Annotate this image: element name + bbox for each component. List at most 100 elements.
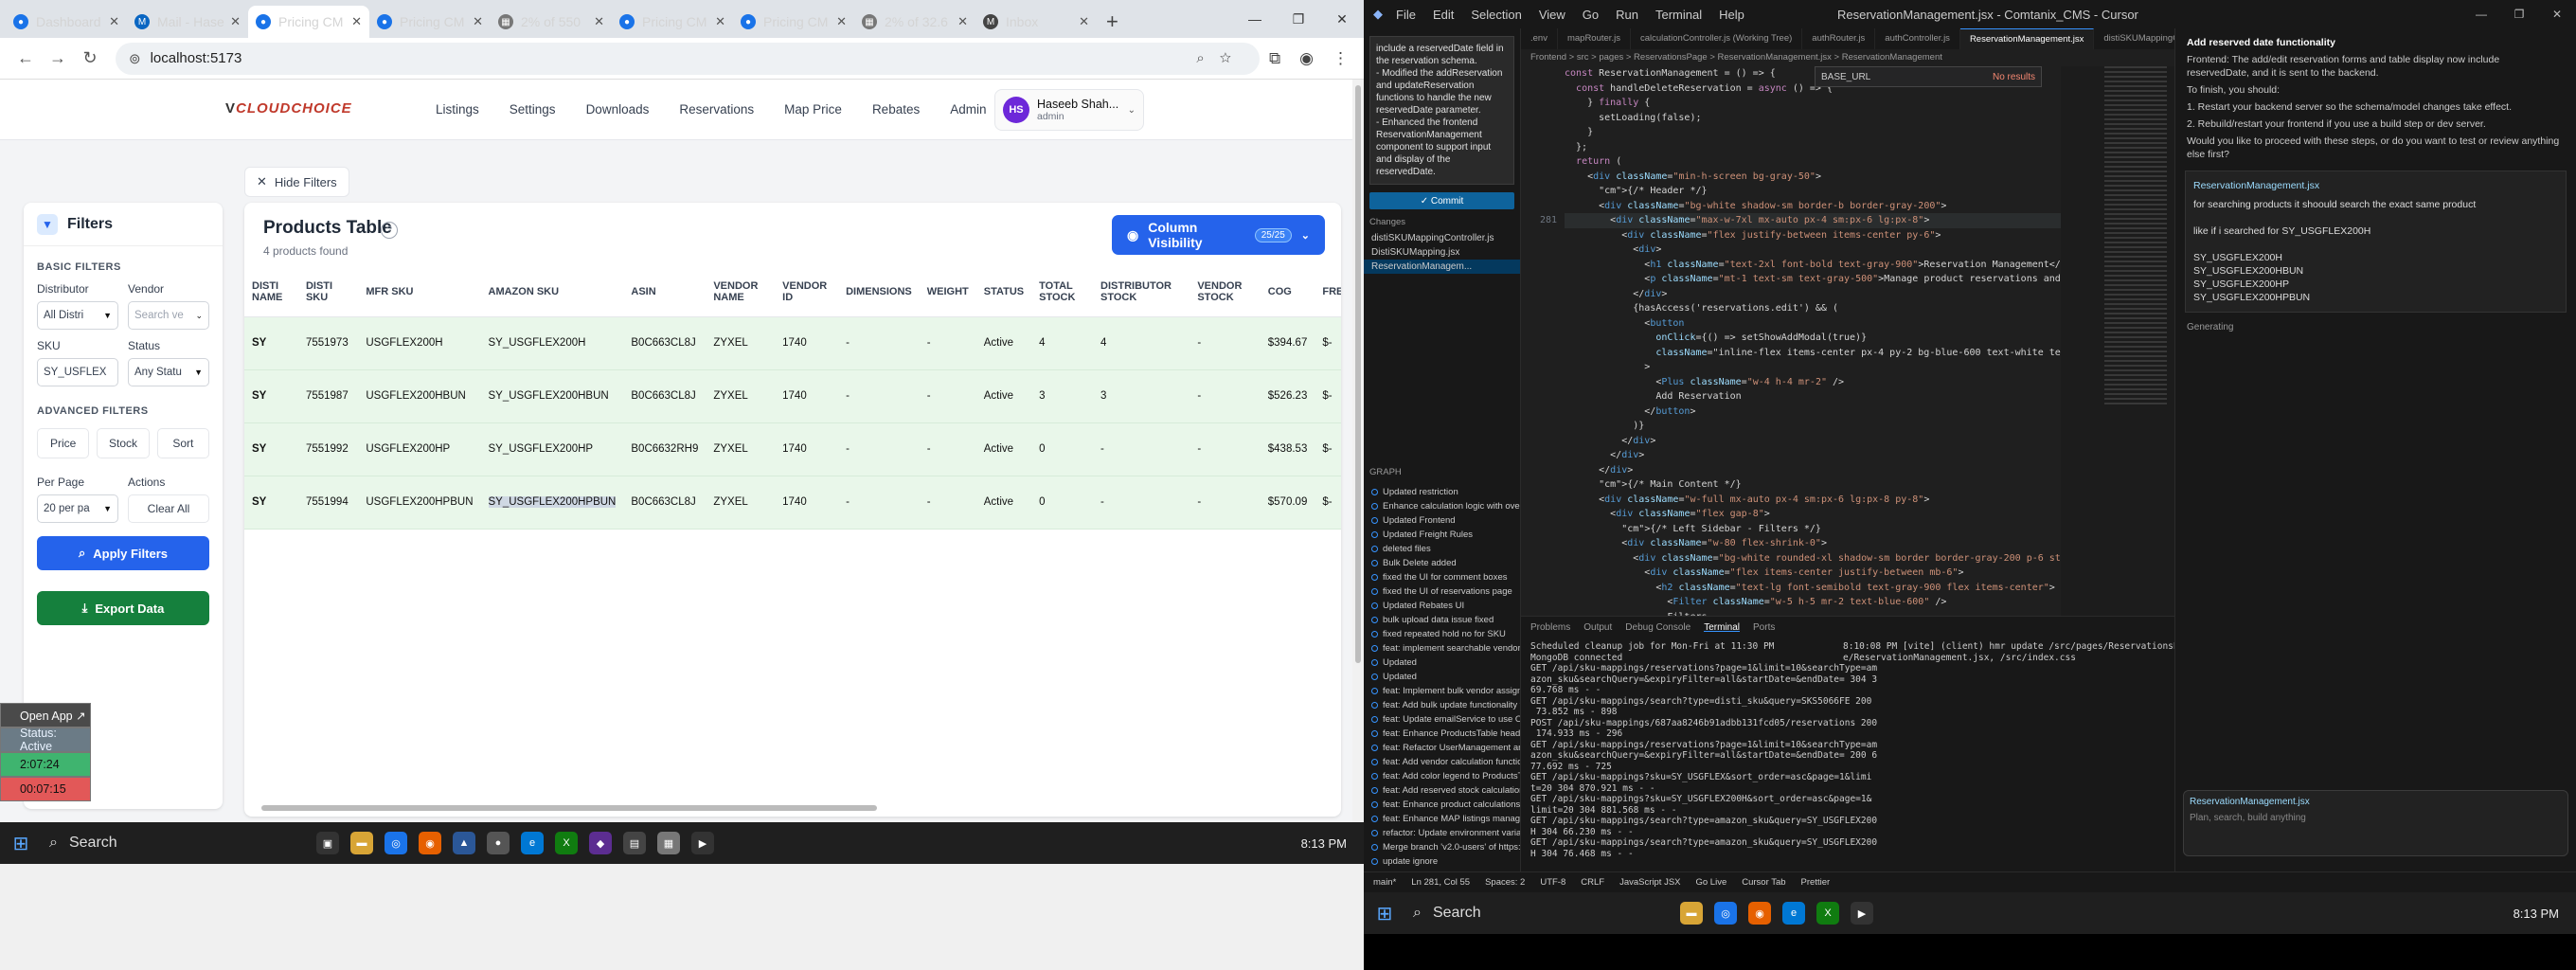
context-file-chip[interactable]: ReservationManagement.jsx	[2190, 797, 2562, 807]
agent-input[interactable]: ReservationManagement.jsx Plan, search, …	[2183, 790, 2568, 856]
vscode-icon[interactable]: ◆	[589, 832, 612, 854]
minimize-icon[interactable]: —	[2462, 0, 2500, 28]
close-tab-icon[interactable]: ✕	[230, 14, 241, 29]
table-row[interactable]: SY 7551994 USGFLEX200HPBUN SY_USGFLEX200HPB…	[244, 476, 1341, 530]
commit-item[interactable]: Updated Rebates UI	[1364, 599, 1520, 613]
editor-tab[interactable]: calculationController.js (Working Tree)	[1631, 28, 1803, 49]
status-item[interactable]: Ln 281, Col 55	[1411, 877, 1470, 888]
table-row[interactable]: SY 7551973 USGFLEX200H SY_USGFLEX200H B0C663…	[244, 316, 1341, 370]
nav-link-settings[interactable]: Settings	[510, 102, 556, 117]
nav-link-downloads[interactable]: Downloads	[586, 102, 650, 117]
maximize-icon[interactable]: ❐	[2500, 0, 2538, 28]
column-visibility-button[interactable]: ◉ Column Visibility 25/25 ⌄	[1112, 215, 1325, 255]
editor-tab[interactable]: distiSKUMappingController.js	[2094, 28, 2174, 49]
close-tab-icon[interactable]: ✕	[109, 14, 119, 29]
commit-item[interactable]: Merge branch 'v2.0-users' of https://...	[1364, 840, 1520, 854]
column-header[interactable]: WEIGHT	[919, 267, 976, 317]
menu-run[interactable]: Run	[1616, 8, 1638, 22]
commit-item[interactable]: refactor: Update environment variable ..…	[1364, 826, 1520, 840]
hide-filters-button[interactable]: ✕ Hide Filters	[244, 167, 349, 197]
url-field[interactable]: ⊚ localhost:5173 ⌕☆	[116, 42, 1261, 75]
menu-edit[interactable]: Edit	[1433, 8, 1454, 22]
status-item[interactable]: JavaScript JSX	[1619, 877, 1680, 888]
changes-heading[interactable]: Changes	[1364, 213, 1520, 231]
commit-item[interactable]: feat: Enhance MAP listings managemen...	[1364, 812, 1520, 826]
browser-tab[interactable]: ▦ 2% of 550 ✕	[491, 6, 612, 38]
commit-item[interactable]: Enhance calculation logic with override.…	[1364, 499, 1520, 513]
commit-item[interactable]: Updated	[1364, 656, 1520, 670]
column-header[interactable]: VENDOR ID	[775, 267, 839, 317]
browser-tab[interactable]: M Inbox ✕	[975, 6, 1097, 38]
close-window-icon[interactable]: ✕	[2538, 0, 2576, 28]
filter-chip-price[interactable]: Price	[37, 428, 90, 458]
filter-chip-stock[interactable]: Stock	[97, 428, 150, 458]
editor-tab[interactable]: .env	[1521, 28, 1558, 49]
column-header[interactable]: FREIG	[1315, 267, 1341, 317]
commit-item[interactable]: update ignore	[1364, 854, 1520, 869]
commit-item[interactable]: fixed the UI for comment boxes	[1364, 570, 1520, 584]
firefox-icon[interactable]: ◉	[419, 832, 441, 854]
commit-item[interactable]: Updated	[1364, 670, 1520, 684]
back-icon[interactable]: ←	[9, 48, 42, 68]
browser-tab[interactable]: ● Pricing CM ✕	[369, 6, 491, 38]
editor-tab[interactable]: authController.js	[1875, 28, 1960, 49]
editor-tab[interactable]: mapRouter.js	[1558, 28, 1631, 49]
user-menu[interactable]: HS Haseeb Shah... admin ⌄	[994, 89, 1144, 131]
chrome-icon[interactable]: ◎	[1714, 902, 1737, 925]
column-header[interactable]: DISTRIBUTOR STOCK	[1093, 267, 1190, 317]
new-tab-button[interactable]: +	[1097, 6, 1128, 38]
file-explorer-icon[interactable]: ▬	[1680, 902, 1703, 925]
table-row[interactable]: SY 7551987 USGFLEX200HBUN SY_USGFLEX200HBUN…	[244, 369, 1341, 423]
firefox-icon[interactable]: ◉	[1748, 902, 1771, 925]
changed-file[interactable]: ReservationManagem...	[1364, 260, 1520, 274]
close-tab-icon[interactable]: ✕	[715, 14, 725, 29]
status-item[interactable]: UTF-8	[1540, 877, 1565, 888]
column-header[interactable]: AMAZON SKU	[480, 267, 624, 317]
windows-start-icon[interactable]: ⊞	[0, 822, 42, 864]
reload-icon[interactable]: ↻	[74, 48, 106, 68]
site-info-icon[interactable]: ⊚	[129, 50, 141, 67]
commit-item[interactable]: feat: Implement bulk vendor assignmen...	[1364, 684, 1520, 698]
profile-icon[interactable]: ◉	[1299, 49, 1314, 68]
close-tab-icon[interactable]: ✕	[836, 14, 847, 29]
excel-icon[interactable]: X	[1816, 902, 1839, 925]
status-select[interactable]: Any Statu ▼	[128, 358, 209, 386]
commit-item[interactable]: fixed repeated hold no for SKU	[1364, 627, 1520, 641]
taskbar-search[interactable]: ⌕ Search	[1405, 898, 1671, 928]
maximize-icon[interactable]: ❐	[1277, 0, 1320, 38]
taskbar-search[interactable]: ⌕ Search	[42, 828, 307, 858]
open-app-button[interactable]: Open App ↗	[0, 703, 91, 728]
horizontal-scrollbar[interactable]	[250, 803, 1335, 813]
close-tab-icon[interactable]: ✕	[351, 14, 362, 29]
edge-icon[interactable]: e	[521, 832, 544, 854]
menu-selection[interactable]: Selection	[1471, 8, 1521, 22]
commit-message-input[interactable]: include a reservedDate field in the rese…	[1369, 36, 1514, 185]
cursor-icon[interactable]: ▶	[1851, 902, 1873, 925]
filter-chip-sort[interactable]: Sort	[156, 428, 209, 458]
menu-view[interactable]: View	[1539, 8, 1565, 22]
chrome-icon[interactable]: ◎	[385, 832, 407, 854]
extensions-icon[interactable]: ⧉	[1269, 49, 1280, 68]
status-item[interactable]: Cursor Tab	[1742, 877, 1785, 888]
commit-item[interactable]: Updated Frontend	[1364, 513, 1520, 528]
app-icon[interactable]: ▦	[657, 832, 680, 854]
close-tab-icon[interactable]: ✕	[957, 14, 968, 29]
nav-link-listings[interactable]: Listings	[436, 102, 479, 117]
nav-link-admin[interactable]: Admin	[950, 102, 986, 117]
logo[interactable]: VCLOUDCHOICE	[225, 100, 352, 117]
close-window-icon[interactable]: ✕	[1320, 0, 1364, 38]
column-header[interactable]: ASIN	[623, 267, 707, 317]
commit-item[interactable]: deleted files	[1364, 542, 1520, 556]
task-view-icon[interactable]: ▣	[316, 832, 339, 854]
menu-icon[interactable]: ⋮	[1333, 49, 1349, 68]
commit-item[interactable]: feat: Add bulk update functionality for …	[1364, 698, 1520, 712]
browser-tab[interactable]: ● Pricing CM ✕	[612, 6, 733, 38]
column-header[interactable]: DIMENSIONS	[838, 267, 920, 317]
menu-file[interactable]: File	[1396, 8, 1416, 22]
cursor-icon[interactable]: ▶	[691, 832, 714, 854]
column-header[interactable]: VENDOR STOCK	[1190, 267, 1261, 317]
edge-icon[interactable]: e	[1782, 902, 1805, 925]
column-header[interactable]: VENDOR NAME	[706, 267, 776, 317]
browser-tab[interactable]: ▦ 2% of 32.6 ✕	[854, 6, 975, 38]
editor-tab[interactable]: ReservationManagement.jsx	[1959, 28, 2095, 49]
